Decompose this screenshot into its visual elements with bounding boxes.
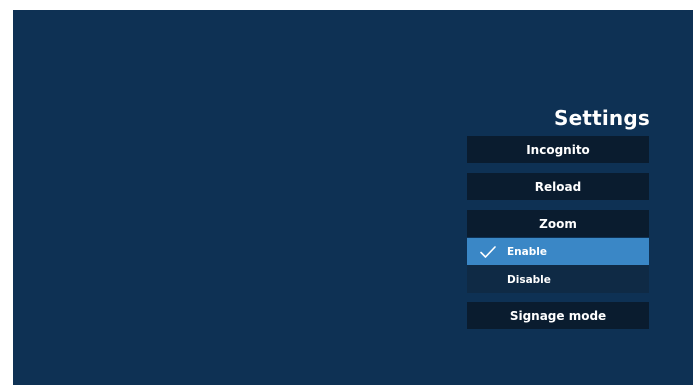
zoom-option-disable[interactable]: Disable [467,266,649,293]
zoom-option-disable-label: Disable [507,273,551,286]
checkmark-icon [480,246,496,258]
incognito-button[interactable]: Incognito [467,136,649,163]
zoom-option-enable[interactable]: Enable [467,238,649,265]
settings-screen: Settings Incognito Reload Zoom Enable Di… [13,10,693,385]
zoom-option-enable-label: Enable [507,245,547,258]
zoom-options-list: Enable Disable [467,238,649,293]
reload-button[interactable]: Reload [467,173,649,200]
zoom-button[interactable]: Zoom [467,210,649,237]
settings-title: Settings [553,106,650,130]
signage-mode-button[interactable]: Signage mode [467,302,649,329]
